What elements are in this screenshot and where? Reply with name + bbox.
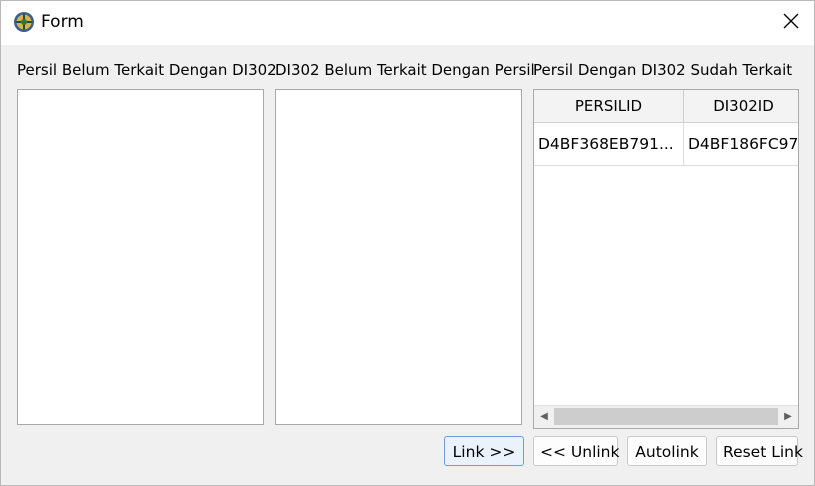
arrow-right-icon[interactable]: ▶ [781,410,795,424]
unlinked-persil-label: Persil Belum Terkait Dengan DI302 [17,61,277,79]
window-title: Form [41,12,84,32]
horizontal-scrollbar[interactable]: ◀ ▶ [534,405,798,428]
close-icon [782,12,800,34]
arrow-left-icon[interactable]: ◀ [537,410,551,424]
table-header: PERSILID DI302ID [534,90,798,123]
title-bar: Form [1,1,814,45]
table-cell-di302id[interactable]: D4BF186FC97 [684,123,798,165]
table-row[interactable]: D4BF368EB791... D4BF186FC97 [534,123,798,166]
unlinked-persil-list[interactable] [17,89,264,425]
table-cell-persilid[interactable]: D4BF368EB791... [534,123,684,165]
link-button[interactable]: Link >> [444,436,524,466]
close-button[interactable] [768,1,814,45]
unlink-button[interactable]: << Unlink [533,436,619,466]
unlinked-di302-list[interactable] [275,89,522,425]
reset-link-button[interactable]: Reset Link [716,436,803,466]
unlinked-di302-label: DI302 Belum Terkait Dengan Persil [275,61,535,79]
scrollbar-thumb[interactable] [554,408,778,425]
column-header-di302id[interactable]: DI302ID [684,90,798,122]
globe-icon [13,11,35,33]
linked-label: Persil Dengan DI302 Sudah Terkait [533,61,793,79]
column-header-persilid[interactable]: PERSILID [534,90,684,122]
autolink-button[interactable]: Autolink [627,436,707,466]
linked-table[interactable]: PERSILID DI302ID D4BF368EB791... D4BF186… [533,89,799,429]
form-window: Form Persil Belum Terkait Dengan DI302 D… [0,0,815,486]
